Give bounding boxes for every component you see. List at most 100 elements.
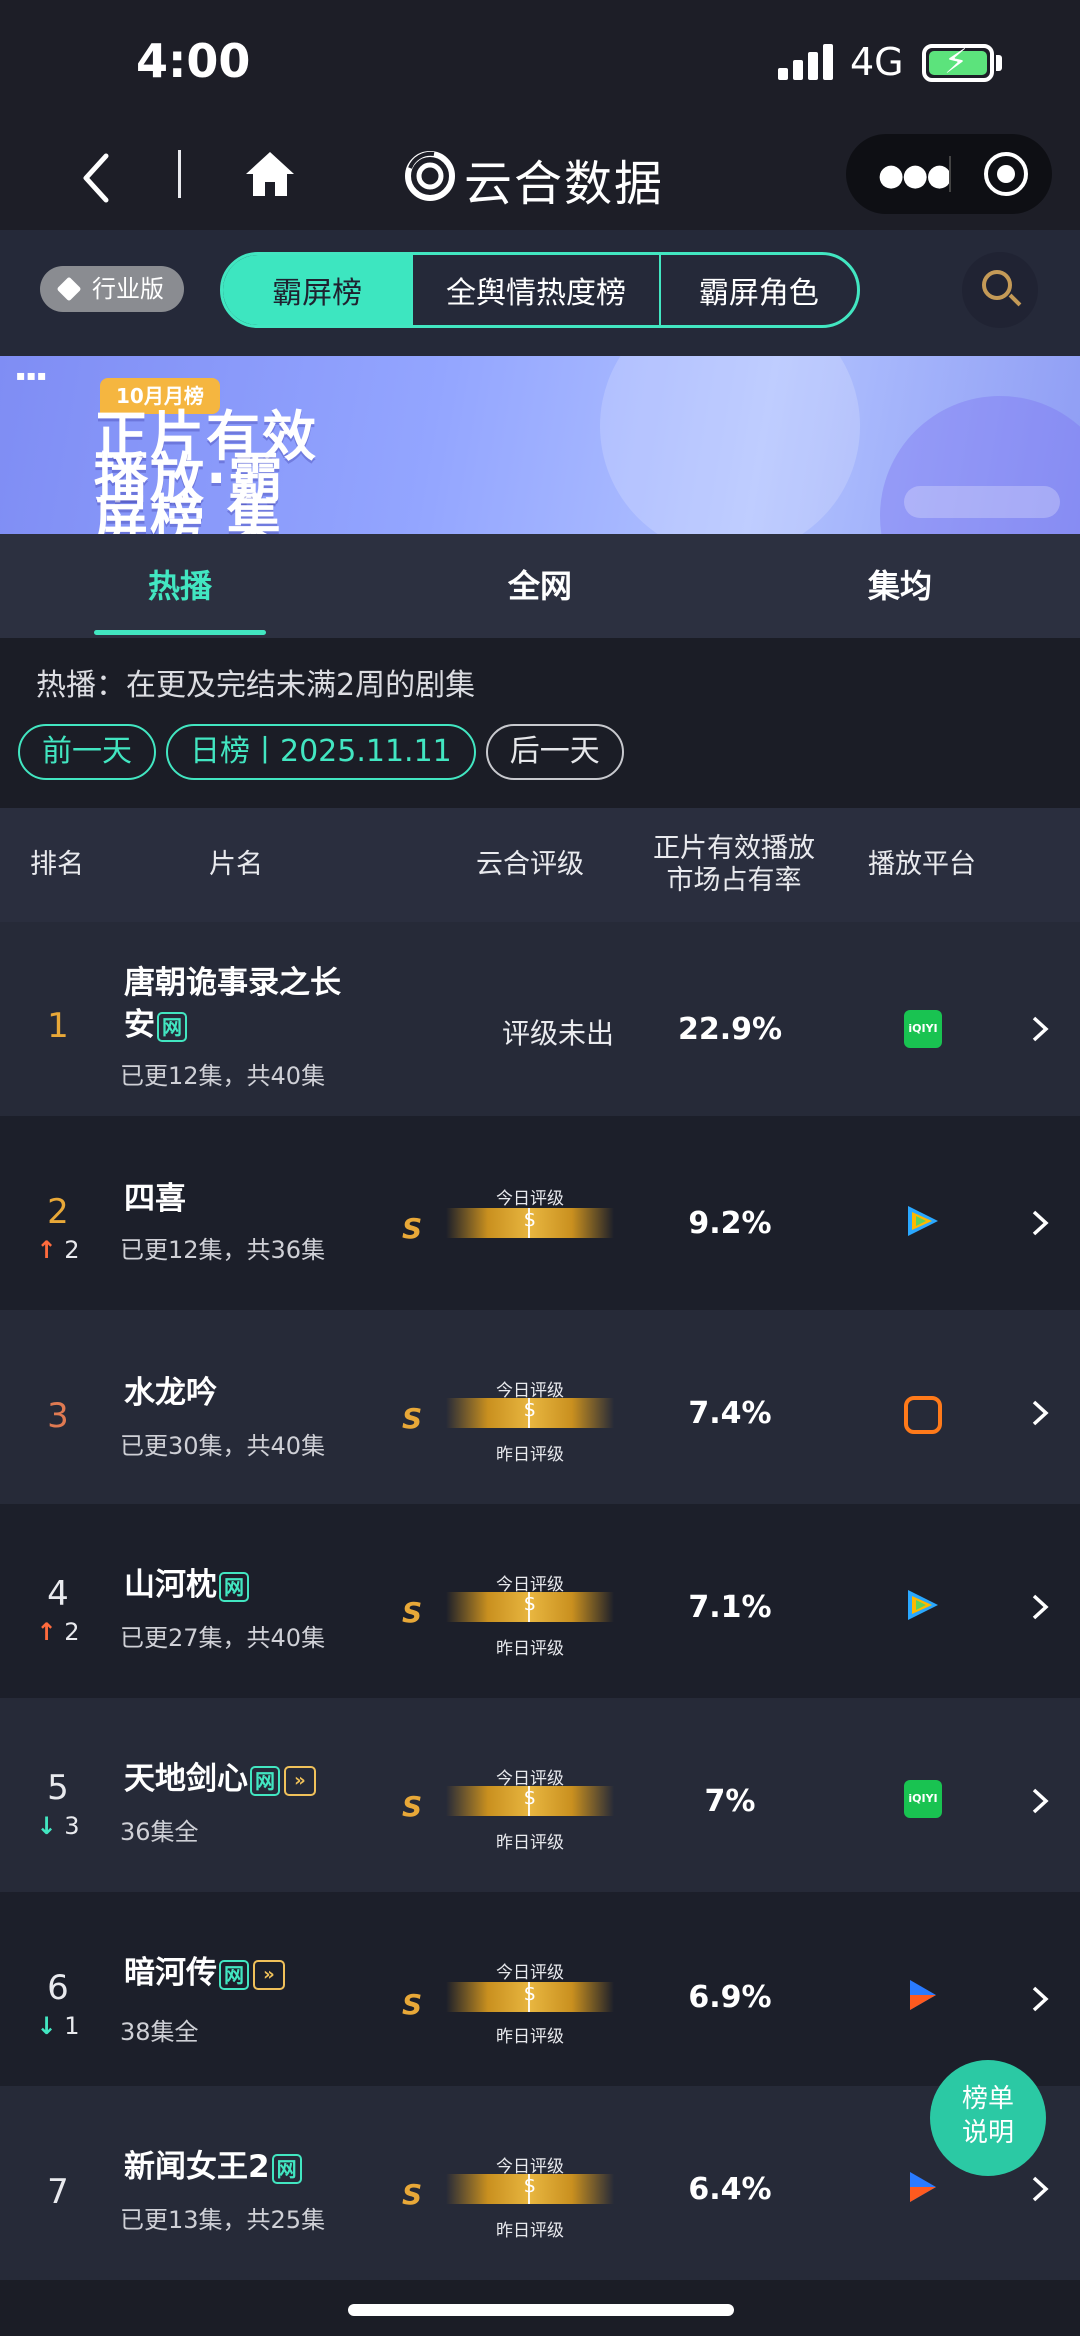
header-rating: 云合评级: [476, 849, 584, 880]
rank-number: 2: [47, 1192, 69, 1232]
tab-per-episode[interactable]: 集均: [780, 534, 1020, 638]
episode-info: 已更13集，共25集: [120, 2206, 326, 2234]
grade-letter: S: [402, 1402, 423, 1435]
market-share: 7.1%: [688, 1590, 772, 1625]
drama-title: 水龙吟: [124, 1375, 217, 1411]
table-row[interactable]: 2 ↑ 2 四喜 已更12集，共36集 S 今日评级 S 9.2%: [0, 1116, 1080, 1310]
drama-title: 暗河传网»: [124, 1952, 364, 1994]
yesterday-rating-label: 昨日评级: [496, 2221, 564, 2241]
next-day-button[interactable]: 后一天: [485, 724, 624, 780]
tab-hot[interactable]: 热播: [60, 534, 300, 638]
arrow-down-icon: ↓: [36, 1812, 57, 1840]
market-share: 6.4%: [688, 2172, 772, 2207]
episode-info: 已更27集，共40集: [120, 1624, 326, 1652]
help-line-1: 榜单: [961, 2084, 1014, 2114]
table-row[interactable]: 6 ↓ 1 暗河传网» 38集全 S 今日评级 S 昨日评级 6.9%: [0, 1892, 1080, 2086]
chevron-right-icon[interactable]: [1030, 1786, 1050, 1816]
home-indicator: [348, 2304, 734, 2316]
back-icon[interactable]: [76, 148, 116, 208]
more-icon[interactable]: ●●●: [878, 158, 953, 193]
tab-all-network[interactable]: 全网: [420, 534, 660, 638]
drama-title: 四喜: [124, 1181, 186, 1217]
industry-edition-button[interactable]: 行业版: [40, 266, 184, 312]
fast-forward-tag-icon: »: [284, 1765, 316, 1796]
fast-forward-tag-icon: »: [253, 1959, 285, 1990]
drama-title: 新闻女王2 网: [124, 2146, 364, 2188]
rating-text: 评级未出: [501, 1017, 614, 1050]
header-platform: 播放平台: [868, 849, 976, 880]
date-picker[interactable]: 日榜丨2025.11.11: [166, 724, 476, 780]
table-row[interactable]: 7 新闻女王2 网 已更13集，共25集 S 今日评级 S 昨日评级 6.4%: [0, 2086, 1080, 2280]
grade-letter: S: [402, 1988, 423, 2021]
rank-number: 3: [47, 1396, 69, 1436]
tab-bapingbang[interactable]: 霸屏榜: [223, 255, 414, 325]
drama-title-text: 暗河传: [124, 1955, 217, 1991]
rank-number: 1: [47, 1006, 69, 1046]
home-icon[interactable]: [244, 148, 296, 200]
banner-title: 正片有效播放·霸屏榜 集均V30榜: [94, 405, 318, 535]
episode-info: 已更12集，共40集: [120, 1062, 326, 1090]
drama-title-text: 新闻女王2: [124, 2149, 270, 2185]
prev-day-button[interactable]: 前一天: [18, 724, 156, 780]
ranking-explanation-button[interactable]: 榜单 说明: [930, 2060, 1046, 2176]
chevron-right-icon[interactable]: [1030, 2174, 1050, 2204]
today-rating-label: 今日评级: [496, 1963, 564, 1983]
rating-bar: S: [446, 1208, 614, 1238]
rank-number: 6: [47, 1968, 69, 2008]
market-share: 6.9%: [688, 1980, 772, 2015]
ranking-type-tabs: 霸屏榜 全舆情热度榜 霸屏角色: [220, 252, 860, 328]
table-row[interactable]: 1 唐朝诡事录之长安网 已更12集，共40集 评级未出 22.9% iQIYI: [0, 922, 1080, 1116]
rating-bar: S: [446, 2174, 614, 2204]
tab-bapingjuese[interactable]: 霸屏角色: [661, 255, 857, 325]
today-rating-label: 今日评级: [496, 1189, 564, 1209]
header-market-share: 正片有效播放 市场占有率: [653, 833, 815, 896]
battery-tip: [996, 55, 1002, 71]
help-line-2: 说明: [961, 2118, 1014, 2148]
tencent-video-icon: [908, 1590, 938, 1620]
chevron-right-icon[interactable]: [1030, 1984, 1050, 2014]
table-row[interactable]: 5 ↓ 3 天地剑心网» 36集全 S 今日评级 S 昨日评级 7% iQIYI: [0, 1698, 1080, 1892]
mango-tv-icon: [904, 1396, 942, 1434]
chevron-right-icon[interactable]: [1030, 1398, 1050, 1428]
tab-quanyuqing[interactable]: 全舆情热度榜: [413, 255, 661, 325]
promo-banner[interactable]: ▪▪▪ 10月月榜 正片有效播放·霸屏榜 集均V30榜: [0, 356, 1080, 534]
brand-logo-icon: [405, 151, 455, 201]
drama-title: 唐朝诡事录之长安网: [124, 962, 364, 1046]
table-row[interactable]: 4 ↑ 2 山河枕网 已更27集，共40集 S 今日评级 S 昨日评级 7.1%: [0, 1504, 1080, 1698]
rank-number: 5: [47, 1768, 69, 1808]
arrow-up-icon: ↑: [36, 1618, 57, 1646]
close-miniprogram-icon[interactable]: [984, 152, 1028, 196]
rating-bar: S: [446, 1592, 614, 1622]
iqiyi-icon: iQIYI: [904, 1780, 942, 1818]
date-navigation: 前一天 日榜丨2025.11.11 后一天: [18, 724, 624, 780]
search-icon: [982, 270, 1012, 300]
rank-change: ↓ 1: [36, 2012, 80, 2040]
table-row[interactable]: 3 水龙吟 已更30集，共40集 S 今日评级 S 昨日评级 7.4%: [0, 1310, 1080, 1504]
diamond-icon: [56, 276, 82, 302]
header-rank: 排名: [30, 849, 84, 880]
youku-icon: [910, 1980, 936, 2010]
tencent-video-icon: [908, 1206, 938, 1236]
chevron-right-icon[interactable]: [1030, 1208, 1050, 1238]
yesterday-rating-label: 昨日评级: [496, 1833, 564, 1853]
rating-bar: S: [446, 1786, 614, 1816]
episode-info: 38集全: [120, 2018, 199, 2046]
episode-info: 已更12集，共36集: [120, 1236, 326, 1264]
industry-label: 行业版: [92, 275, 164, 303]
rank-change: ↑ 2: [36, 1236, 80, 1264]
rank-change: ↓ 3: [36, 1812, 80, 1840]
ranking-description: 热播：在更及完结未满2周的剧集: [36, 668, 476, 703]
chevron-right-icon[interactable]: [1030, 1592, 1050, 1622]
search-button[interactable]: [962, 252, 1038, 328]
nav-divider: [178, 150, 181, 198]
table-header: 排名 片名 云合评级 正片有效播放 市场占有率 播放平台: [0, 808, 1080, 922]
rating-bar: S: [446, 1982, 614, 2012]
yesterday-rating-label: 昨日评级: [496, 2027, 564, 2047]
arrow-down-icon: ↓: [36, 2012, 57, 2040]
episode-info: 已更30集，共40集: [120, 1432, 326, 1460]
yesterday-rating-label: 昨日评级: [496, 1445, 564, 1465]
chevron-right-icon[interactable]: [1030, 1014, 1050, 1044]
drama-title: 山河枕网: [124, 1564, 364, 1606]
rank-number: 4: [47, 1574, 69, 1614]
header-title: 片名: [209, 849, 263, 880]
